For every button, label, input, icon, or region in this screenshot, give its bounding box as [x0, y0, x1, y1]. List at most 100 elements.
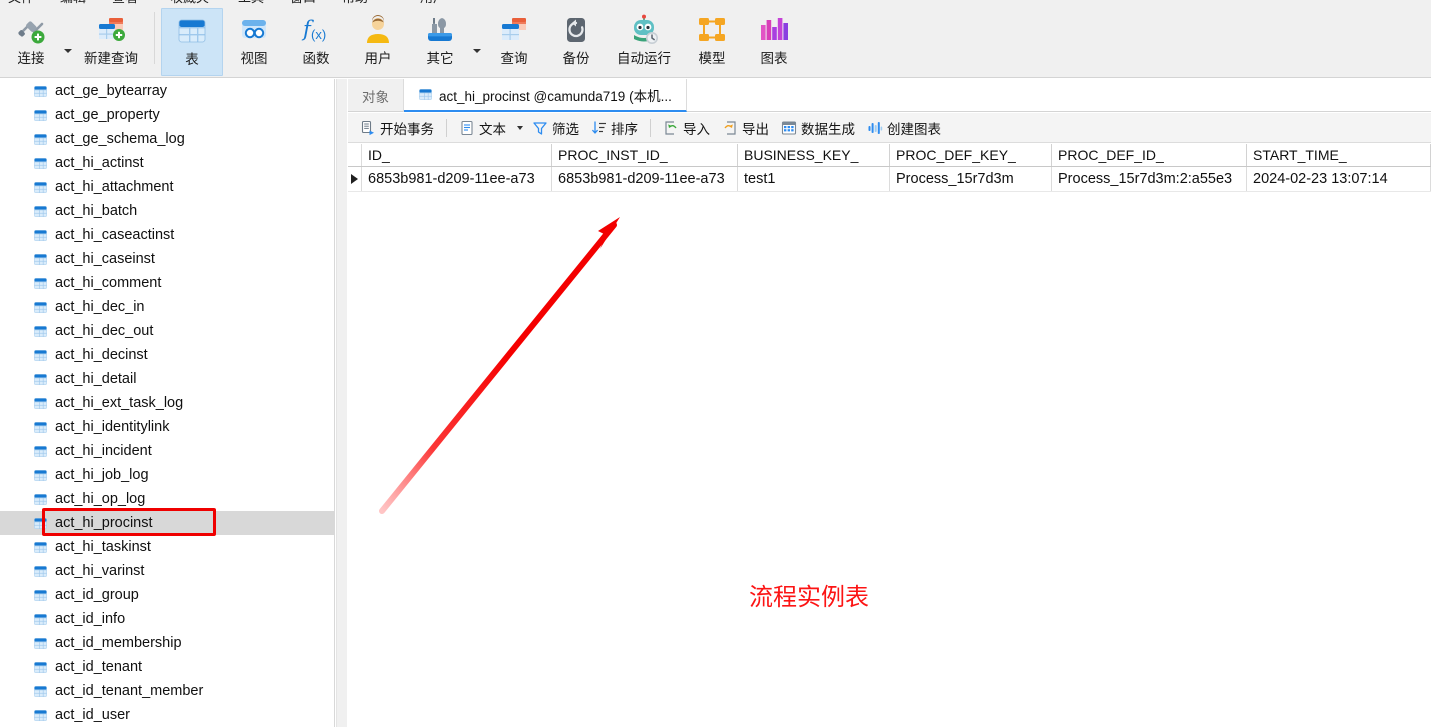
grid-cell[interactable]: test1 — [738, 167, 890, 191]
table-icon — [176, 15, 208, 47]
automation-robot-icon — [628, 14, 660, 46]
sidebar-table-item[interactable]: act_hi_dec_out — [0, 319, 335, 343]
ribbon-button-function-fx[interactable]: f (x) 函数 — [285, 8, 347, 76]
sidebar-table-item[interactable]: act_hi_dec_in — [0, 295, 335, 319]
tab-objects[interactable]: 对象 — [348, 79, 404, 112]
sidebar-table-label: act_hi_batch — [55, 203, 138, 219]
sidebar-table-item[interactable]: act_ge_schema_log — [0, 127, 335, 151]
ribbon-button-backup[interactable]: 备份 — [545, 8, 607, 76]
action-data-generation[interactable]: 数据生成 — [775, 115, 861, 141]
menu-item-5[interactable]: 窗口 — [290, 0, 316, 6]
sidebar-table-item[interactable]: act_hi_identitylink — [0, 415, 335, 439]
action-import[interactable]: 导入 — [657, 115, 716, 141]
ribbon-button-label: 用户 — [364, 51, 392, 66]
sidebar-table-label: act_ge_schema_log — [55, 131, 185, 147]
sidebar-table-item[interactable]: act_hi_ext_task_log — [0, 391, 335, 415]
sidebar-table-item[interactable]: act_hi_decinst — [0, 343, 335, 367]
sidebar-table-item[interactable]: act_id_info — [0, 607, 335, 631]
table-icon — [33, 420, 48, 434]
sidebar-table-item[interactable]: act_ge_bytearray — [0, 79, 335, 103]
grid-cell[interactable]: Process_15r7d3m — [890, 167, 1052, 191]
sidebar-table-item[interactable]: act_id_membership — [0, 631, 335, 655]
ribbon-button-chart[interactable]: 图表 — [743, 8, 805, 76]
sidebar-table-item[interactable]: act_hi_comment — [0, 271, 335, 295]
chevron-down-icon[interactable] — [471, 8, 483, 76]
import-icon — [663, 120, 679, 136]
table-row[interactable]: 6853b981-d209-11ee-a73 6853b981-d209-11ee… — [348, 167, 1431, 192]
grid-column-header[interactable]: PROC_DEF_ID_ — [1052, 144, 1247, 166]
ribbon-button-connection-plug[interactable]: 连接 — [0, 8, 62, 76]
action-sort[interactable]: 排序 — [585, 115, 644, 141]
transaction-icon — [360, 120, 376, 136]
sidebar-table-label: act_hi_caseactinst — [55, 227, 175, 243]
ribbon-button-table[interactable]: 表 — [161, 8, 223, 76]
ribbon-button-automation-robot[interactable]: 自动运行 — [607, 8, 681, 76]
sidebar-table-item[interactable]: act_hi_job_log — [0, 463, 335, 487]
sidebar-table-item[interactable]: act_hi_incident — [0, 439, 335, 463]
menu-item-4[interactable]: 工具 — [238, 0, 264, 6]
sidebar-table-item[interactable]: act_hi_caseactinst — [0, 223, 335, 247]
menu-item-3[interactable]: 收藏夹 — [170, 0, 209, 6]
sidebar-table-label: act_hi_decinst — [55, 347, 148, 363]
svg-text:(x): (x) — [311, 27, 326, 42]
table-icon — [33, 324, 48, 338]
sidebar-table-item[interactable]: act_ge_property — [0, 103, 335, 127]
menu-item-7[interactable]: 用户 — [420, 0, 446, 6]
action-filter-funnel[interactable]: 筛选 — [526, 115, 585, 141]
sidebar-table-item[interactable]: act_id_user — [0, 703, 335, 727]
sidebar-table-item[interactable]: act_hi_taskinst — [0, 535, 335, 559]
grid-column-header[interactable]: START_TIME_ — [1247, 144, 1431, 166]
row-indicator-cell[interactable] — [348, 167, 362, 191]
menu-bar-sliver: 文件 编辑 查看 收藏夹 工具 窗口 帮助 用户 — [0, 0, 1431, 8]
menu-item-0[interactable]: 文件 — [8, 0, 34, 6]
ribbon-button-model[interactable]: 模型 — [681, 8, 743, 76]
ribbon-button-query[interactable]: 查询 — [483, 8, 545, 76]
sidebar-table-item[interactable]: act_hi_batch — [0, 199, 335, 223]
menu-item-2[interactable]: 查看 — [112, 0, 138, 6]
sidebar-table-label: act_id_tenant — [55, 659, 143, 675]
menu-item-6[interactable]: 帮助 — [342, 0, 368, 6]
sidebar-table-item[interactable]: act_hi_actinst — [0, 151, 335, 175]
sidebar-table-item[interactable]: act_id_group — [0, 583, 335, 607]
grid-column-header[interactable]: ID_ — [362, 144, 552, 166]
grid-column-header[interactable]: PROC_DEF_KEY_ — [890, 144, 1052, 166]
action-label: 创建图表 — [887, 121, 941, 137]
table-list: act_ge_bytearray act_ge_property act_ge_sc… — [0, 79, 335, 727]
sidebar-table-item[interactable]: act_id_tenant — [0, 655, 335, 679]
action-transaction[interactable]: 开始事务 — [354, 115, 440, 141]
action-label: 排序 — [611, 121, 638, 137]
sidebar-table-item[interactable]: act_hi_op_log — [0, 487, 335, 511]
menu-item-1[interactable]: 编辑 — [60, 0, 86, 6]
ribbon-button-new-query[interactable]: 新建查询 — [74, 8, 148, 76]
chevron-down-icon[interactable] — [517, 125, 523, 130]
grid-column-header[interactable]: BUSINESS_KEY_ — [738, 144, 890, 166]
table-icon — [33, 84, 48, 98]
ribbon-button-view[interactable]: 视图 — [223, 8, 285, 76]
chevron-down-icon[interactable] — [62, 8, 74, 76]
ribbon-button-user[interactable]: 用户 — [347, 8, 409, 76]
grid-cell[interactable]: 6853b981-d209-11ee-a73 — [362, 167, 552, 191]
ribbon-button-other-tools[interactable]: 其它 — [409, 8, 471, 76]
grid-cell[interactable]: 2024-02-23 13:07:14 — [1247, 167, 1431, 191]
left-pane-scrollbar-track[interactable] — [336, 79, 683, 727]
action-create-chart[interactable]: 创建图表 — [861, 115, 947, 141]
sidebar-table-item[interactable]: act_hi_detail — [0, 367, 335, 391]
sidebar-table-item[interactable]: act_hi_varinst — [0, 559, 335, 583]
sidebar-table-item[interactable]: act_hi_caseinst — [0, 247, 335, 271]
table-icon — [33, 228, 48, 242]
sidebar-table-item[interactable]: act_id_tenant_member — [0, 679, 335, 703]
grid-cell[interactable]: Process_15r7d3m:2:a55e3 — [1052, 167, 1247, 191]
sidebar-table-item[interactable]: act_hi_procinst — [0, 511, 335, 535]
table-icon — [418, 87, 433, 102]
current-row-marker-icon — [351, 174, 358, 184]
grid-cell[interactable]: 6853b981-d209-11ee-a73 — [552, 167, 738, 191]
sidebar-table-item[interactable]: act_hi_attachment — [0, 175, 335, 199]
table-icon — [33, 708, 48, 722]
action-text-doc[interactable]: 文本 — [453, 115, 512, 141]
ribbon-button-label: 图表 — [760, 51, 788, 66]
grid-column-header[interactable]: PROC_INST_ID_ — [552, 144, 738, 166]
sidebar-table-label: act_hi_incident — [55, 443, 152, 459]
action-export[interactable]: 导出 — [716, 115, 775, 141]
table-icon — [33, 444, 48, 458]
tab-active[interactable]: act_hi_procinst @camunda719 (本机... — [404, 79, 687, 112]
